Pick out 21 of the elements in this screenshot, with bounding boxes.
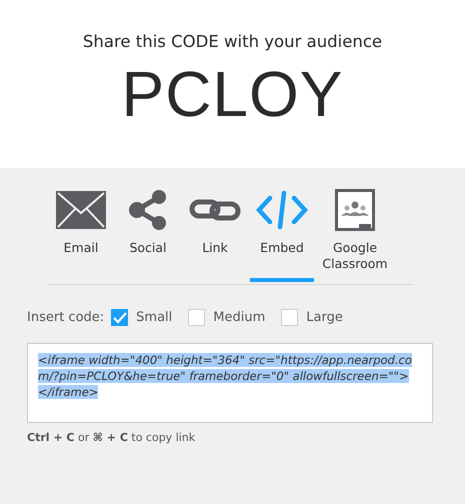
embed-code-field[interactable]: <iframe width="400" height="364" src="https://app.nearpod.com/?pin=PCLOY&he=true" frameborder="0" allowfullscreen=""></iframe> [27,343,433,423]
envelope-icon [56,191,106,229]
share-tab[interactable]: Email [49,188,113,282]
share-tab[interactable]: Embed [250,188,314,282]
classroom-board-icon [335,189,375,231]
session-code: PCLOY [122,57,344,131]
size-checkbox[interactable] [111,309,128,326]
copy-hint: Ctrl + C or ⌘ + C to copy link [27,431,196,444]
share-prompt: Share this CODE with your audience [82,32,382,51]
size-checkbox[interactable] [281,309,298,326]
chain-link-icon [189,197,241,223]
size-option-label: Large [306,310,343,325]
share-tab[interactable]: Link [183,188,247,282]
size-option-label: Small [136,310,172,325]
share-tab[interactable]: Google Classroom [317,188,393,282]
size-option-label: Medium [213,310,266,325]
code-icon [256,190,308,230]
share-tab[interactable]: Social [116,188,180,282]
share-icon [129,190,167,230]
insert-code-label: Insert code: [27,310,104,325]
size-checkbox[interactable] [188,309,206,326]
